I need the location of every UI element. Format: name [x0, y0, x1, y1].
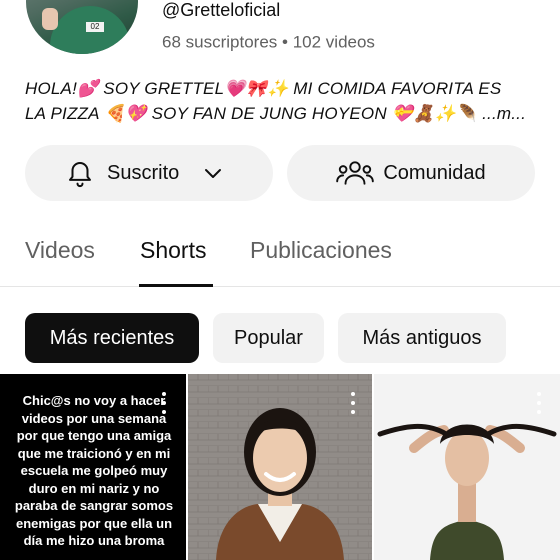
subscribed-button[interactable]: Suscrito: [25, 145, 273, 201]
more-vert-icon[interactable]: [161, 392, 167, 414]
more-vert-icon[interactable]: [350, 392, 356, 414]
active-tab-indicator: [139, 284, 213, 287]
bio-line-2: LA PIZZA 🍕💖 SOY FAN DE JUNG HOYEON 💝🧸✨🪶 …: [25, 104, 527, 123]
bio-line-1: HOLA!💕 SOY GRETTEL💗🎀✨ MI COMIDA FAVORITA…: [25, 79, 502, 98]
short-image-portrait: [188, 374, 372, 560]
tab-shorts[interactable]: Shorts: [140, 237, 206, 264]
chip-popular[interactable]: Popular: [213, 313, 324, 363]
tab-videos[interactable]: Videos: [25, 237, 95, 264]
channel-handle: @Gretteloficial: [162, 0, 281, 20]
channel-description[interactable]: HOLA!💕 SOY GRETTEL💗🎀✨ MI COMIDA FAVORITA…: [25, 76, 535, 126]
short-thumbnail[interactable]: Chic@s no voy a hacer videos por una sem…: [0, 374, 186, 560]
channel-tabs: Videos Shorts Publicaciones: [0, 225, 560, 287]
stats-separator: •: [282, 32, 288, 52]
channel-stats: 68 suscriptores • 102 videos: [162, 32, 375, 53]
community-button[interactable]: Comunidad: [287, 145, 535, 201]
short-image-model: [374, 374, 560, 560]
people-icon: [336, 158, 375, 188]
avatar-shirt-number: 02: [86, 22, 104, 32]
chip-mas-recientes[interactable]: Más recientes: [25, 313, 199, 363]
tab-publicaciones[interactable]: Publicaciones: [250, 237, 392, 264]
chevron-down-icon: [201, 161, 225, 185]
bell-icon: [65, 158, 95, 188]
short-thumbnail[interactable]: [188, 374, 372, 560]
short-caption: Chic@s no voy a hacer videos por una sem…: [14, 393, 174, 548]
channel-avatar[interactable]: 02: [26, 0, 138, 54]
video-count: 102 videos: [292, 32, 375, 52]
subscriber-count: 68 suscriptores: [162, 32, 278, 52]
avatar-hand: [42, 8, 58, 30]
community-label: Comunidad: [383, 161, 486, 184]
short-thumbnail[interactable]: [374, 374, 560, 560]
subscribed-label: Suscrito: [107, 161, 180, 184]
more-vert-icon[interactable]: [536, 392, 542, 414]
chip-mas-antiguos[interactable]: Más antiguos: [338, 313, 506, 363]
